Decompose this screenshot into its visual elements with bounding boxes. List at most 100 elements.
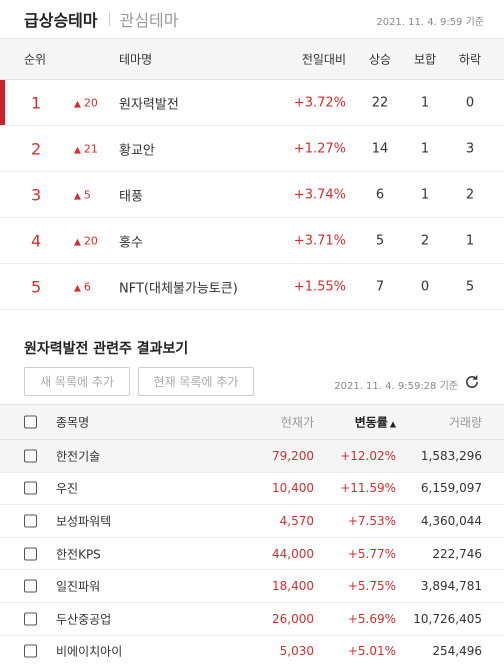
up-triangle-icon: ▲ [74,191,81,201]
stock-rate: +5.69% [347,611,396,626]
theme-flat-count: 1 [420,141,430,156]
theme-up-count: 22 [371,95,389,110]
theme-down-count: 0 [465,95,475,110]
refresh-icon[interactable] [464,374,480,390]
stock-table: 종목명 현재가 변동률 ▲ 거래량 한전기술 79,200 +12.02% 1,5… [0,404,504,665]
related-stocks-title: 원자력발전 관련주 결과보기 [24,341,189,357]
theme-flat-count: 1 [420,95,430,110]
theme-row[interactable]: 2 ▲ 21 황교안 +1.27% 14 1 3 [0,126,504,172]
theme-row[interactable]: 3 ▲ 5 태풍 +3.74% 6 1 2 [0,172,504,218]
row-checkbox[interactable] [24,612,37,626]
stock-row[interactable]: 두산중공업 26,000 +5.69% 10,726,405 [0,603,504,636]
rank-change: ▲ 21 [74,142,98,155]
theme-flat-count: 2 [420,233,430,248]
theme-row[interactable]: 5 ▲ 6 NFT(대체불가능토큰) +1.55% 7 0 5 [0,264,504,310]
rank-change-value: 5 [83,188,91,201]
theme-name[interactable]: 황교안 [119,139,155,158]
stock-row[interactable]: 우진 10,400 +11.59% 6,159,097 [0,473,504,506]
add-to-new-list-button[interactable]: 새 목록에 추가 [24,367,130,396]
theme-tabs: 급상승테마 관심테마 2021. 11. 4. 9:59 기준 [0,0,504,38]
theme-rate: +3.72% [293,95,346,110]
theme-rate: +3.71% [293,233,346,248]
stock-row[interactable]: 일진파워 18,400 +5.75% 3,894,781 [0,570,504,603]
col-up: 상승 [368,52,392,67]
theme-rank: 3 [31,185,42,204]
stock-name[interactable]: 우진 [56,480,78,497]
stock-price: 5,030 [279,644,314,659]
row-checkbox[interactable] [24,547,37,561]
col-stock-name: 종목명 [56,415,90,430]
col-price[interactable]: 현재가 [281,414,314,431]
row-checkbox[interactable] [24,644,37,658]
theme-rank: 2 [31,139,42,158]
theme-rate: +3.74% [293,187,346,202]
stock-name[interactable]: 한전KPS [56,545,101,562]
theme-table: 순위 테마명 전일대비 상승 보합 하락 1 ▲ 20 원자력발전 +3.72% … [0,38,504,310]
stock-rate: +7.53% [347,513,396,528]
theme-flat-count: 1 [420,187,430,202]
stock-volume: 3,894,781 [420,579,482,594]
stock-price: 18,400 [272,579,314,594]
theme-name[interactable]: NFT(대체불가능토큰) [119,277,238,296]
row-checkbox[interactable] [24,514,37,528]
theme-rate: +1.55% [293,279,346,294]
col-rank: 순위 [24,52,47,67]
rank-change: ▲ 5 [74,188,91,201]
theme-rate: +1.27% [293,141,346,156]
col-flat: 보합 [413,52,437,67]
theme-flat-count: 0 [420,279,430,294]
stock-name[interactable]: 보성파워텍 [56,512,111,529]
theme-rank: 1 [31,93,42,112]
select-all-checkbox[interactable] [24,415,37,429]
theme-down-count: 5 [465,279,475,294]
theme-table-header: 순위 테마명 전일대비 상승 보합 하락 [0,38,504,80]
stock-row[interactable]: 한전KPS 44,000 +5.77% 222,746 [0,538,504,571]
theme-up-count: 14 [371,141,389,156]
stock-rate: +5.77% [347,546,396,561]
theme-down-count: 3 [465,141,475,156]
rank-change: ▲ 6 [74,280,91,293]
stock-rate: +5.01% [347,644,396,659]
col-rate-sort[interactable]: 변동률 ▲ [355,414,396,431]
theme-row[interactable]: 4 ▲ 20 홍수 +3.71% 5 2 1 [0,218,504,264]
theme-row[interactable]: 1 ▲ 20 원자력발전 +3.72% 22 1 0 [0,80,504,126]
related-timestamp: 2021. 11. 4. 9:59:28 기준 [334,381,458,392]
stock-name[interactable]: 한전기술 [56,447,100,464]
stock-name[interactable]: 두산중공업 [56,610,111,627]
row-checkbox[interactable] [24,449,37,463]
row-checkbox[interactable] [24,481,37,495]
row-checkbox[interactable] [24,579,37,593]
stock-row[interactable]: 보성파워텍 4,570 +7.53% 4,360,044 [0,505,504,538]
rank-change-value: 20 [83,234,98,247]
up-triangle-icon: ▲ [74,145,81,155]
theme-name[interactable]: 원자력발전 [119,93,179,112]
theme-rank: 4 [31,231,42,250]
stock-price: 79,200 [272,448,314,463]
stock-rate: +12.02% [340,448,396,463]
stock-name[interactable]: 일진파워 [56,578,100,595]
rank-change: ▲ 20 [74,234,98,247]
tab-rising-themes[interactable]: 급상승테마 [24,7,98,31]
stock-row[interactable]: 한전기술 79,200 +12.02% 1,583,296 [0,440,504,473]
col-rate-label: 변동률 [354,415,388,430]
theme-up-count: 7 [375,279,385,294]
stock-volume: 4,360,044 [420,513,482,528]
stock-price: 44,000 [272,546,314,561]
col-rate: 전일대비 [301,52,346,67]
col-theme-name: 테마명 [119,52,153,67]
stock-price: 26,000 [272,611,314,626]
up-triangle-icon: ▲ [74,237,81,247]
stock-rate: +11.59% [340,481,396,496]
stock-volume: 10,726,405 [413,611,482,626]
theme-down-count: 1 [465,233,475,248]
add-to-current-list-button[interactable]: 현재 목록에 추가 [138,367,254,396]
sort-up-icon: ▲ [389,419,396,429]
tab-favorite-themes[interactable]: 관심테마 [120,7,179,31]
stock-name[interactable]: 비에이치아이 [56,643,122,660]
stock-row[interactable]: 비에이치아이 5,030 +5.01% 254,496 [0,636,504,665]
col-down: 하락 [458,52,482,67]
theme-name[interactable]: 홍수 [119,231,143,250]
col-volume[interactable]: 거래량 [449,414,482,431]
tab-divider [108,12,110,26]
theme-name[interactable]: 태풍 [119,185,143,204]
